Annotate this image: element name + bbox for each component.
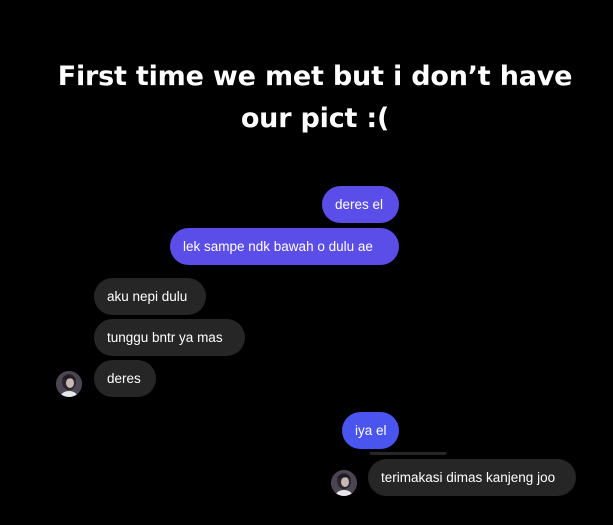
- message-bubble-outgoing[interactable]: lek sampe ndk bawah o dulu ae: [170, 228, 399, 265]
- caption-title: First time we met but i don’t have our p…: [0, 56, 613, 140]
- message-bubble-incoming[interactable]: aku nepi dulu: [94, 278, 206, 315]
- message-bubble-outgoing[interactable]: iya el: [342, 412, 399, 449]
- message-bubble-incoming[interactable]: terimakasi dimas kanjeng joo: [368, 459, 576, 496]
- message-bubble-incoming[interactable]: deres: [94, 360, 156, 397]
- message-bubble-incoming[interactable]: tunggu bntr ya mas: [94, 319, 245, 356]
- message-bubble-outgoing[interactable]: deres el: [322, 186, 399, 223]
- contact-avatar-icon[interactable]: [56, 371, 82, 397]
- message-reply-preview: [369, 452, 447, 455]
- caption-line-1: First time we met but i don’t have: [57, 61, 573, 92]
- caption-line-2: our pict :(: [240, 103, 390, 134]
- contact-avatar-icon[interactable]: [331, 470, 357, 496]
